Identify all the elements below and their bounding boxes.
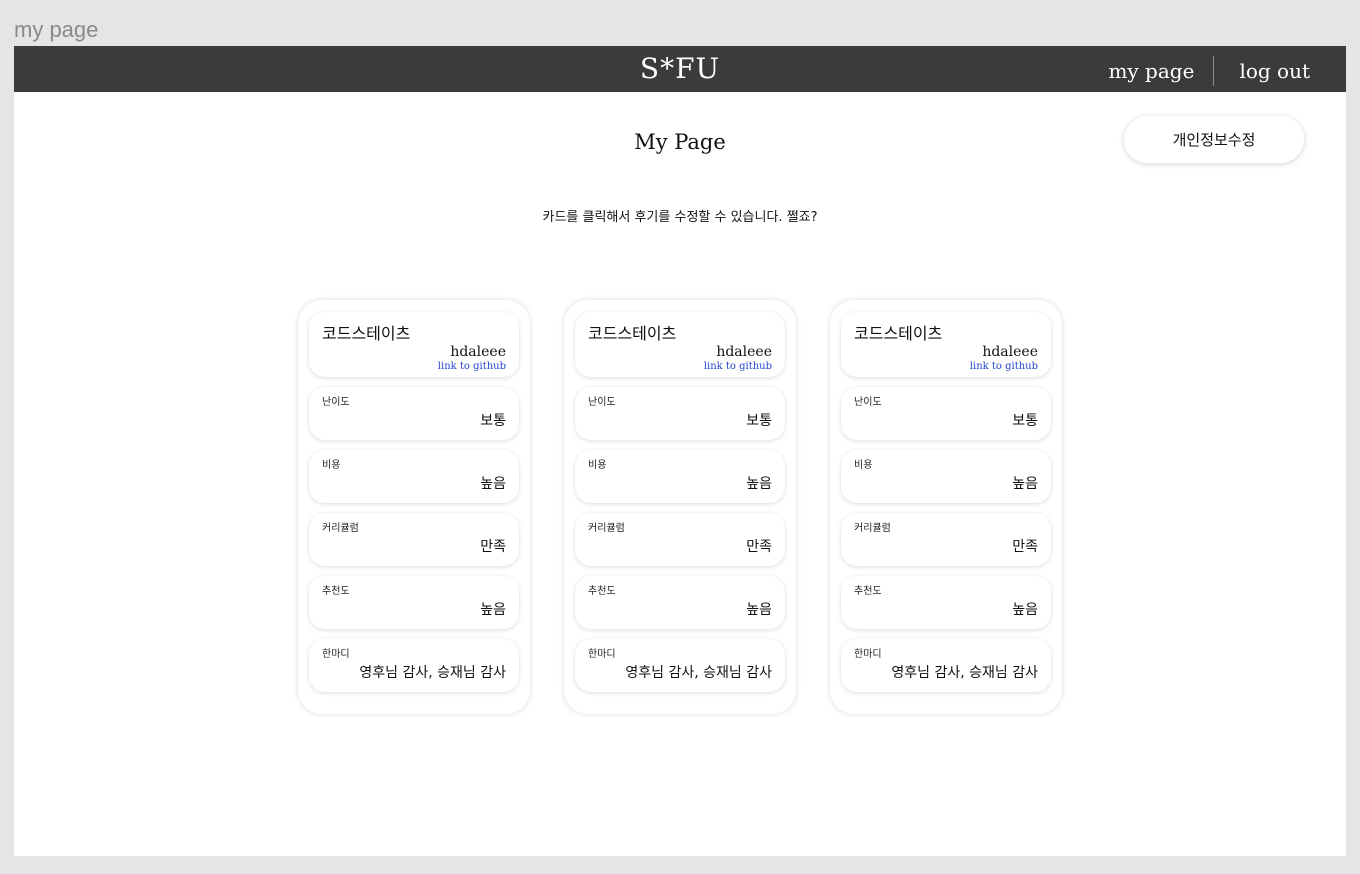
- row-label: 한마디: [588, 649, 616, 660]
- row-value: 높음: [1012, 602, 1038, 618]
- card-row-cost: 비용 높음: [841, 450, 1051, 503]
- nav-divider: [1213, 56, 1215, 86]
- card-header: 코드스테이츠 hdaleee link to github: [841, 312, 1051, 377]
- school-name: 코드스테이츠: [588, 324, 677, 343]
- username: hdaleee: [450, 344, 506, 360]
- row-value: 높음: [746, 476, 772, 492]
- row-label: 추천도: [854, 586, 882, 597]
- card-row-comment: 한마디 영후님 감사, 승재님 감사: [841, 639, 1051, 692]
- header-nav: my page log out: [1108, 56, 1310, 86]
- card-row-comment: 한마디 영후님 감사, 승재님 감사: [575, 639, 785, 692]
- card-row-cost: 비용 높음: [575, 450, 785, 503]
- row-value: 영후님 감사, 승재님 감사: [891, 665, 1038, 681]
- review-card-list: 코드스테이츠 hdaleee link to github 난이도 보통 비용 …: [298, 300, 1062, 714]
- review-card[interactable]: 코드스테이츠 hdaleee link to github 난이도 보통 비용 …: [830, 300, 1062, 714]
- row-value: 높음: [746, 602, 772, 618]
- row-label: 비용: [854, 460, 873, 471]
- card-row-curriculum: 커리큘럼 만족: [309, 513, 519, 566]
- row-label: 커리큘럼: [322, 523, 359, 534]
- row-label: 커리큘럼: [588, 523, 625, 534]
- card-row-difficulty: 난이도 보통: [309, 387, 519, 440]
- github-link[interactable]: link to github: [854, 361, 1038, 372]
- github-link[interactable]: link to github: [322, 361, 506, 372]
- row-label: 한마디: [854, 649, 882, 660]
- card-header: 코드스테이츠 hdaleee link to github: [309, 312, 519, 377]
- card-row-difficulty: 난이도 보통: [841, 387, 1051, 440]
- row-value: 영후님 감사, 승재님 감사: [625, 665, 772, 681]
- review-card[interactable]: 코드스테이츠 hdaleee link to github 난이도 보통 비용 …: [298, 300, 530, 714]
- row-value: 높음: [480, 602, 506, 618]
- frame-label: my page: [14, 17, 99, 42]
- row-label: 비용: [322, 460, 341, 471]
- nav-my-page[interactable]: my page: [1108, 59, 1194, 83]
- page-frame: S*FU my page log out My Page 개인정보수정 카드를 …: [14, 46, 1346, 856]
- card-row-difficulty: 난이도 보통: [575, 387, 785, 440]
- card-row-cost: 비용 높음: [309, 450, 519, 503]
- row-value: 높음: [1012, 476, 1038, 492]
- school-name: 코드스테이츠: [322, 324, 411, 343]
- row-value: 높음: [480, 476, 506, 492]
- card-row-curriculum: 커리큘럼 만족: [575, 513, 785, 566]
- row-label: 한마디: [322, 649, 350, 660]
- row-label: 비용: [588, 460, 607, 471]
- github-link[interactable]: link to github: [588, 361, 772, 372]
- nav-log-out[interactable]: log out: [1239, 59, 1310, 83]
- card-row-recommendation: 추천도 높음: [309, 576, 519, 629]
- row-value: 만족: [480, 539, 506, 555]
- row-value: 보통: [1012, 413, 1038, 429]
- row-label: 추천도: [322, 586, 350, 597]
- username: hdaleee: [716, 344, 772, 360]
- row-value: 영후님 감사, 승재님 감사: [359, 665, 506, 681]
- row-value: 보통: [746, 413, 772, 429]
- top-navigation-bar: S*FU my page log out: [14, 46, 1346, 92]
- card-row-comment: 한마디 영후님 감사, 승재님 감사: [309, 639, 519, 692]
- row-label: 커리큘럼: [854, 523, 891, 534]
- username: hdaleee: [982, 344, 1038, 360]
- row-value: 만족: [1012, 539, 1038, 555]
- row-label: 난이도: [854, 397, 882, 408]
- page-subtitle: 카드를 클릭해서 후기를 수정할 수 있습니다. 쩔죠?: [542, 210, 818, 225]
- card-row-recommendation: 추천도 높음: [575, 576, 785, 629]
- school-name: 코드스테이츠: [854, 324, 943, 343]
- row-label: 추천도: [588, 586, 616, 597]
- review-card[interactable]: 코드스테이츠 hdaleee link to github 난이도 보통 비용 …: [564, 300, 796, 714]
- card-header: 코드스테이츠 hdaleee link to github: [575, 312, 785, 377]
- row-value: 보통: [480, 413, 506, 429]
- row-label: 난이도: [322, 397, 350, 408]
- card-row-recommendation: 추천도 높음: [841, 576, 1051, 629]
- row-value: 만족: [746, 539, 772, 555]
- card-row-curriculum: 커리큘럼 만족: [841, 513, 1051, 566]
- edit-profile-button[interactable]: 개인정보수정: [1124, 116, 1304, 163]
- row-label: 난이도: [588, 397, 616, 408]
